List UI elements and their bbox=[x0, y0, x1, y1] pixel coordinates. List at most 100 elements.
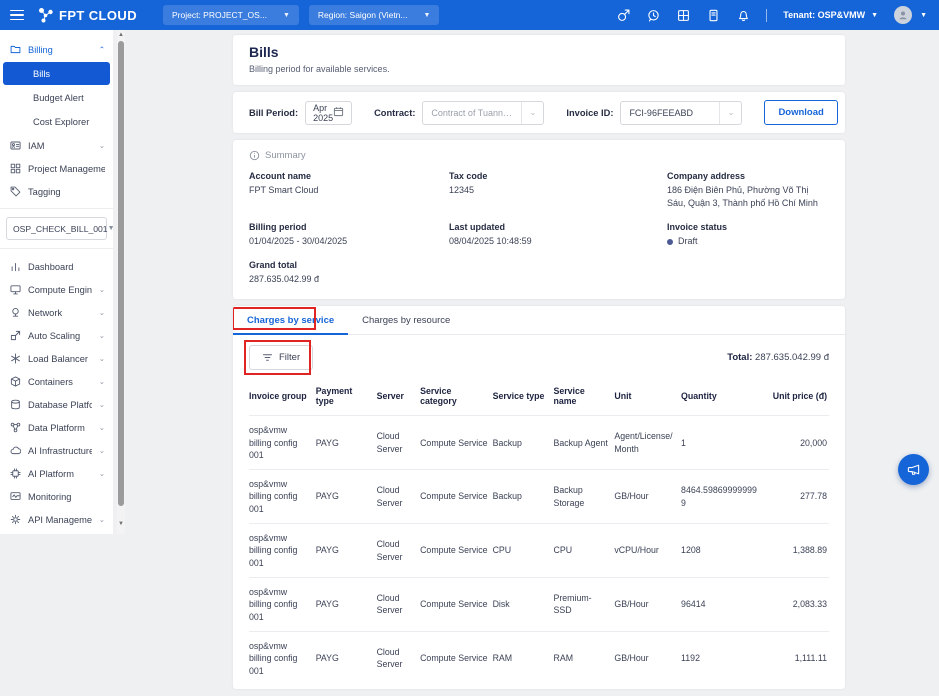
table-cell: Compute Service bbox=[420, 524, 493, 578]
table-cell: Cloud Server bbox=[377, 416, 421, 470]
column-header: Service type bbox=[493, 379, 554, 416]
sidebar-item-compute-engine[interactable]: Compute Engine⌄ bbox=[0, 278, 113, 301]
fpt-cloud-logo[interactable]: FPT CLOUD bbox=[38, 7, 137, 23]
feedback-fab[interactable] bbox=[898, 454, 929, 485]
chevron-down-icon: ⌄ bbox=[99, 331, 105, 340]
charges-table: Invoice groupPayment typeServerService c… bbox=[249, 379, 829, 685]
bill-period-input[interactable]: Apr 2025 bbox=[305, 101, 352, 125]
sidebar-item-network[interactable]: Network⌄ bbox=[0, 301, 113, 324]
summary-field-invoice-status: Invoice status Draft bbox=[667, 222, 829, 248]
sidebar-item-iam[interactable]: IAM ⌄ bbox=[0, 134, 113, 157]
chevron-down-icon: ⌄ bbox=[719, 102, 741, 124]
tab-charges-by-resource[interactable]: Charges by resource bbox=[348, 306, 464, 334]
compute-engine-icon bbox=[10, 284, 21, 295]
ai-infrastructure-icon bbox=[10, 445, 21, 456]
charges-card: Charges by service Charges by resource F… bbox=[233, 306, 845, 689]
table-cell: 1192 bbox=[681, 631, 762, 684]
table-cell: Backup Storage bbox=[553, 470, 614, 524]
filter-icon bbox=[262, 352, 273, 363]
table-cell: 8464.598699999999 bbox=[681, 470, 762, 524]
quick-start-icon[interactable] bbox=[616, 8, 630, 22]
table-cell: Backup bbox=[493, 470, 554, 524]
project-select[interactable]: OSP_CHECK_BILL_001 ▼ bbox=[6, 217, 107, 240]
sidebar-item-project-management[interactable]: Project Management bbox=[0, 157, 113, 180]
sidebar-item-ai-infrastructure[interactable]: AI Infrastructure⌄ bbox=[0, 439, 113, 462]
header-divider bbox=[766, 9, 767, 22]
chevron-down-icon: ⌄ bbox=[99, 469, 105, 478]
documentation-icon[interactable] bbox=[706, 8, 720, 22]
contract-label: Contract: bbox=[374, 108, 415, 118]
tenant-selector[interactable]: Tenant: OSP&VMW▼ bbox=[783, 10, 878, 20]
page-header-card: Bills Billing period for available servi… bbox=[233, 35, 845, 85]
containers-icon bbox=[10, 376, 21, 387]
info-icon bbox=[249, 150, 260, 161]
sidebar-item-auto-scaling[interactable]: Auto Scaling⌄ bbox=[0, 324, 113, 347]
project-select-section: OSP_CHECK_BILL_001 ▼ bbox=[0, 208, 113, 249]
megaphone-icon bbox=[906, 462, 921, 477]
table-cell: Disk bbox=[493, 578, 554, 632]
sidebar-item-containers[interactable]: Containers⌄ bbox=[0, 370, 113, 393]
sidebar-item-billing[interactable]: Billing ⌃ bbox=[0, 38, 113, 61]
sidebar-item-database-platform[interactable]: Database Platform⌄ bbox=[0, 393, 113, 416]
project-management-icon bbox=[10, 163, 21, 174]
filter-button[interactable]: Filter bbox=[249, 345, 313, 370]
scrollbar-down-arrow-icon[interactable]: ▼ bbox=[117, 520, 125, 528]
calendar-icon bbox=[333, 106, 344, 119]
invoice-id-label: Invoice ID: bbox=[566, 108, 613, 118]
table-cell: Premium-SSD bbox=[553, 578, 614, 632]
sidebar-item-tagging[interactable]: Tagging bbox=[0, 180, 113, 203]
sidebar-scrollbar[interactable]: ▲ ▼ bbox=[117, 30, 125, 534]
user-avatar[interactable] bbox=[894, 6, 912, 24]
chevron-down-icon: ▼ bbox=[871, 12, 878, 19]
invoice-id-select[interactable]: FCI-96FEEABD ⌄ bbox=[620, 101, 742, 125]
sidebar-item-api-management[interactable]: API Management⌄ bbox=[0, 508, 113, 531]
status-badge: Draft bbox=[678, 235, 698, 248]
sidebar-item-data-platform[interactable]: Data Platform⌄ bbox=[0, 416, 113, 439]
table-row: osp&vmw billing config 001PAYGCloud Serv… bbox=[249, 470, 829, 524]
chevron-down-icon[interactable]: ▼ bbox=[920, 12, 927, 19]
sidebar-item-ai-platform[interactable]: AI Platform⌄ bbox=[0, 462, 113, 485]
notifications-bell-icon[interactable] bbox=[736, 8, 750, 22]
table-cell: PAYG bbox=[316, 524, 377, 578]
sidebar-item-dashboard[interactable]: Dashboard bbox=[0, 255, 113, 278]
table-cell: GB/Hour bbox=[614, 631, 681, 684]
database-platform-icon bbox=[10, 399, 21, 410]
services-grid-icon[interactable] bbox=[676, 8, 690, 22]
download-button[interactable]: Download bbox=[764, 100, 837, 125]
tab-charges-by-service[interactable]: Charges by service bbox=[233, 306, 348, 335]
table-cell: PAYG bbox=[316, 416, 377, 470]
column-header: Server bbox=[377, 379, 421, 416]
contract-select[interactable]: Contract of Tuannn52... ⌄ bbox=[422, 101, 544, 125]
table-cell: GB/Hour bbox=[614, 470, 681, 524]
table-cell: Backup bbox=[493, 416, 554, 470]
sidebar-item-cost-explorer[interactable]: Cost Explorer bbox=[3, 110, 110, 133]
table-cell: GB/Hour bbox=[614, 578, 681, 632]
chevron-up-icon: ⌃ bbox=[99, 45, 105, 54]
sidebar-item-monitoring[interactable]: Monitoring bbox=[0, 485, 113, 508]
table-cell: osp&vmw billing config 001 bbox=[249, 631, 316, 684]
load-balancer-icon bbox=[10, 353, 21, 364]
sidebar-item-budget-alert[interactable]: Budget Alert bbox=[3, 86, 110, 109]
project-selector[interactable]: Project: PROJECT_OS...▼ bbox=[163, 5, 299, 25]
chevron-down-icon: ⌄ bbox=[99, 400, 105, 409]
column-header: Unit price (đ) bbox=[762, 379, 829, 416]
scrollbar-thumb[interactable] bbox=[118, 41, 124, 506]
chevron-down-icon: ⌄ bbox=[99, 446, 105, 455]
sidebar-item-bills[interactable]: Bills bbox=[3, 62, 110, 85]
bill-period-label: Bill Period: bbox=[249, 108, 298, 118]
chevron-down-icon: ⌄ bbox=[99, 377, 105, 386]
summary-title: Summary bbox=[265, 150, 306, 161]
table-cell: osp&vmw billing config 001 bbox=[249, 524, 316, 578]
hamburger-menu-icon[interactable] bbox=[10, 10, 24, 21]
table-row: osp&vmw billing config 001PAYGCloud Serv… bbox=[249, 578, 829, 632]
scrollbar-up-arrow-icon[interactable]: ▲ bbox=[117, 31, 125, 39]
table-cell: Cloud Server bbox=[377, 524, 421, 578]
network-icon bbox=[10, 307, 21, 318]
data-platform-icon bbox=[10, 422, 21, 433]
support-history-icon[interactable] bbox=[646, 8, 660, 22]
region-selector[interactable]: Region: Saigon (Vietn...▼ bbox=[309, 5, 440, 25]
sidebar-services-nav: DashboardCompute Engine⌄Network⌄Auto Sca… bbox=[0, 249, 113, 534]
sidebar-item-load-balancer[interactable]: Load Balancer⌄ bbox=[0, 347, 113, 370]
chevron-down-icon: ⌄ bbox=[99, 423, 105, 432]
column-header: Payment type bbox=[316, 379, 377, 416]
